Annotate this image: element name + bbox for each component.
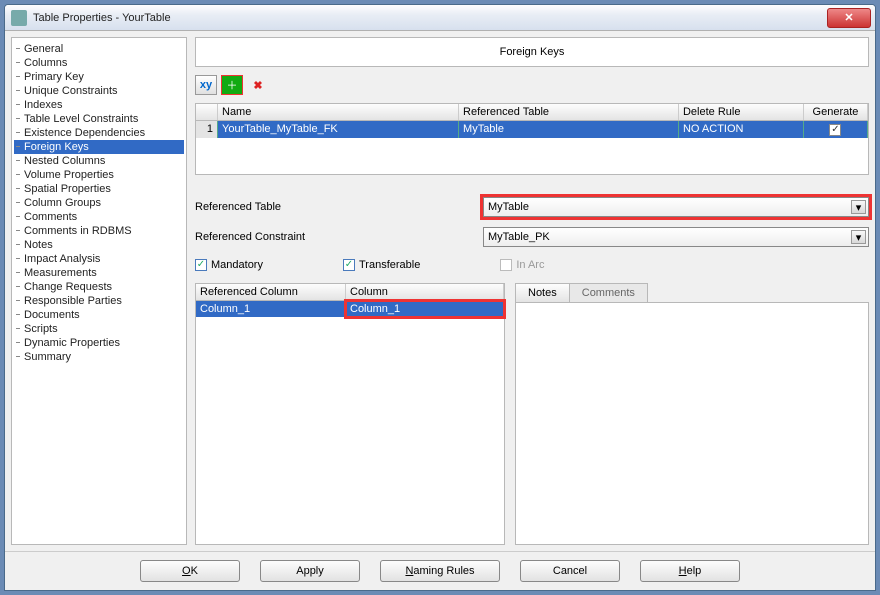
sidebar-item-indexes[interactable]: Indexes [14,98,184,112]
close-button[interactable]: ✕ [827,8,871,28]
sidebar-item-scripts[interactable]: Scripts [14,322,184,336]
ref-constraint-label: Referenced Constraint [195,231,475,243]
notes-textarea[interactable] [515,302,869,545]
colgrid-row[interactable]: Column_1 Column_1 [196,301,504,317]
delete-icon[interactable]: ✖ [247,75,269,95]
fk-grid[interactable]: Name Referenced Table Delete Rule Genera… [195,103,869,175]
apply-button[interactable]: Apply [260,560,360,582]
fk-header-del: Delete Rule [679,104,804,120]
sidebar-item-responsible-parties[interactable]: Responsible Parties [14,294,184,308]
sidebar-item-volume-properties[interactable]: Volume Properties [14,168,184,182]
cancel-button[interactable]: Cancel [520,560,620,582]
naming-rules-button[interactable]: Naming Rules [380,560,500,582]
chevron-down-icon[interactable]: ▾ [851,230,866,244]
window-title: Table Properties - YourTable [33,12,827,24]
titlebar: Table Properties - YourTable ✕ [5,5,875,31]
mandatory-check[interactable]: ✓Mandatory [195,259,263,271]
sidebar-item-unique-constraints[interactable]: Unique Constraints [14,84,184,98]
fk-row-name: YourTable_MyTable_FK [218,121,459,138]
colgrid-col[interactable]: Column_1 [346,301,504,317]
sidebar-item-column-groups[interactable]: Column Groups [14,196,184,210]
fk-header-name: Name [218,104,459,120]
fk-row-gen[interactable]: ✓ [804,121,868,138]
ref-table-label: Referenced Table [195,201,475,213]
ref-constraint-combo[interactable]: MyTable_PK ▾ [483,227,869,247]
ref-table-combo[interactable]: MyTable ▾ [483,197,869,217]
fk-row-del: NO ACTION [679,121,804,138]
sidebar-item-comments-in-rdbms[interactable]: Comments in RDBMS [14,224,184,238]
panel-title: Foreign Keys [195,37,869,67]
help-button[interactable]: Help [640,560,740,582]
sidebar-item-summary[interactable]: Summary [14,350,184,364]
fk-header-ref: Referenced Table [459,104,679,120]
ref-table-value: MyTable [488,201,529,213]
chevron-down-icon[interactable]: ▾ [851,200,866,214]
in-arc-check: In Arc [500,259,544,271]
sidebar-item-comments[interactable]: Comments [14,210,184,224]
sidebar-item-dynamic-properties[interactable]: Dynamic Properties [14,336,184,350]
fk-row[interactable]: 1 YourTable_MyTable_FK MyTable NO ACTION… [196,121,868,138]
add-icon[interactable]: ＋ [221,75,243,95]
sidebar-item-table-level-constraints[interactable]: Table Level Constraints [14,112,184,126]
dialog-footer: OK Apply Naming Rules Cancel Help [5,551,875,590]
sidebar-item-spatial-properties[interactable]: Spatial Properties [14,182,184,196]
sidebar-item-nested-columns[interactable]: Nested Columns [14,154,184,168]
fk-header-idx [196,104,218,120]
sidebar-item-existence-dependencies[interactable]: Existence Dependencies [14,126,184,140]
colgrid-ref: Column_1 [196,301,346,317]
column-map-grid[interactable]: Referenced Column Column Column_1 Column… [195,283,505,545]
sidebar-item-notes[interactable]: Notes [14,238,184,252]
fk-row-idx: 1 [196,121,218,138]
sidebar-item-documents[interactable]: Documents [14,308,184,322]
dialog-window: Table Properties - YourTable ✕ GeneralCo… [4,4,876,591]
colgrid-header-ref: Referenced Column [196,284,346,300]
sidebar-item-measurements[interactable]: Measurements [14,266,184,280]
sidebar-nav[interactable]: GeneralColumnsPrimary KeyUnique Constrai… [11,37,187,545]
tab-notes[interactable]: Notes [515,283,570,302]
sidebar-item-foreign-keys[interactable]: Foreign Keys [14,140,184,154]
sidebar-item-primary-key[interactable]: Primary Key [14,70,184,84]
ok-button[interactable]: OK [140,560,240,582]
sidebar-item-impact-analysis[interactable]: Impact Analysis [14,252,184,266]
tab-comments[interactable]: Comments [569,283,648,302]
ref-constraint-value: MyTable_PK [488,231,550,243]
app-icon [11,10,27,26]
sidebar-item-columns[interactable]: Columns [14,56,184,70]
sidebar-item-change-requests[interactable]: Change Requests [14,280,184,294]
transferable-check[interactable]: ✓Transferable [343,259,420,271]
toolbar: xy ＋ ✖ [195,73,869,97]
fk-row-ref: MyTable [459,121,679,138]
sidebar-item-general[interactable]: General [14,42,184,56]
colgrid-header-col: Column [346,284,504,300]
xy-icon[interactable]: xy [195,75,217,95]
fk-header-gen: Generate [804,104,868,120]
